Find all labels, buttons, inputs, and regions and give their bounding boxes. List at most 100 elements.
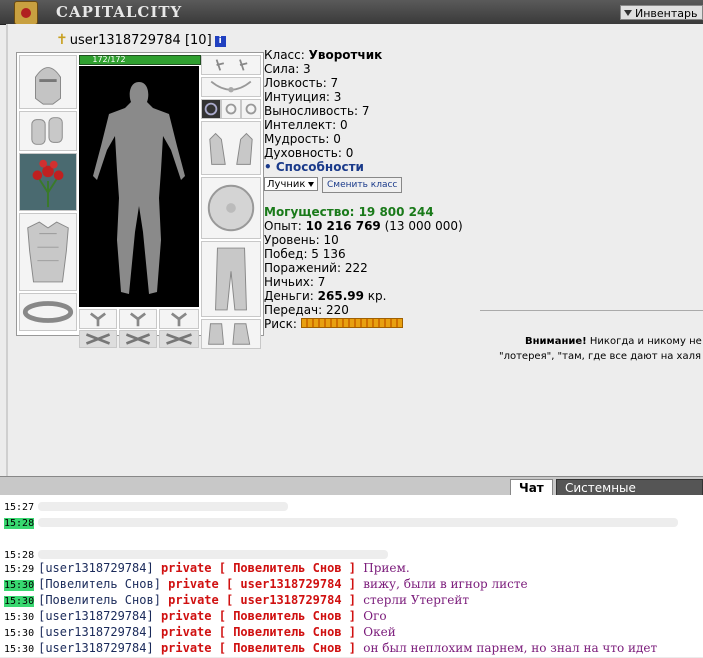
- transfers-line: Передач: 220: [264, 303, 349, 317]
- risk-line: Риск:: [264, 317, 463, 331]
- money-label: Деньги:: [264, 289, 318, 303]
- abilities-link[interactable]: • Способности: [264, 160, 463, 174]
- character-name[interactable]: user1318729784: [70, 33, 181, 48]
- boots-slot[interactable]: [201, 319, 261, 349]
- sender-nick[interactable]: [user1318729784]: [38, 609, 154, 623]
- scroll-icon: [166, 333, 192, 345]
- round-shield-icon: [207, 184, 255, 232]
- belt-icon: [22, 301, 74, 323]
- stat-line: Интеллект: 0: [264, 118, 348, 132]
- class-select[interactable]: Лучник: [264, 177, 318, 191]
- recipient-nick[interactable]: [ Повелитель Снов ]: [219, 625, 356, 639]
- stat-line: Поражений: 222: [264, 261, 368, 275]
- timestamp: 15:30: [4, 612, 35, 623]
- ring-slot-3[interactable]: [241, 99, 261, 119]
- recipient-nick[interactable]: [ user1318729784 ]: [226, 593, 356, 607]
- weapon-slot[interactable]: [19, 153, 77, 211]
- sender-nick[interactable]: [user1318729784]: [38, 625, 154, 639]
- experience-line: Опыт: 10 216 769 (13 000 000): [264, 219, 463, 233]
- armor-slot[interactable]: [19, 213, 77, 291]
- scroll-slot-2[interactable]: [119, 330, 157, 348]
- tab-chat[interactable]: Чат: [510, 479, 553, 496]
- ring-slot-2[interactable]: [221, 99, 241, 119]
- recipient-nick[interactable]: [ user1318729784 ]: [226, 577, 356, 591]
- stat-line: Сила: 3: [264, 62, 311, 76]
- character-level: [10]: [184, 33, 212, 48]
- sender-nick[interactable]: [Повелитель Снов]: [38, 577, 161, 591]
- shield-slot[interactable]: [201, 177, 261, 239]
- hp-text: 172/172: [92, 55, 126, 64]
- chat-message: 15:30 [Повелитель Снов] private [ user131…: [4, 576, 528, 592]
- class-line: Класс: Уворотчик: [264, 48, 463, 62]
- stat-line: Духовность: 0: [264, 146, 354, 160]
- recipient-nick[interactable]: [ Повелитель Снов ]: [219, 561, 356, 575]
- earrings-slot[interactable]: [201, 55, 261, 75]
- bracers-slot[interactable]: [19, 111, 77, 151]
- warning-line-2: "лотерея", "там, где все дают на халя: [499, 351, 701, 362]
- chat-message: 15:30 [user1318729784] private [ Повелите…: [4, 640, 657, 656]
- money-line: Деньги: 265.99 кр.: [264, 289, 463, 303]
- timestamp: 15:28: [4, 518, 35, 529]
- chat-row-blurred: 15:27: [4, 498, 289, 514]
- gloves-slot[interactable]: [201, 121, 261, 175]
- timestamp: 15:30: [4, 644, 35, 655]
- ring-icon: [245, 103, 257, 115]
- risk-bar: [300, 318, 403, 328]
- ring-icon: [204, 102, 218, 116]
- timestamp: 15:29: [4, 564, 35, 575]
- change-class-button[interactable]: Сменить класс: [322, 177, 403, 193]
- exp-value: 10 216 769: [305, 219, 381, 233]
- stat-line: Выносливость: 7: [264, 104, 370, 118]
- timestamp: 15:30: [4, 596, 35, 607]
- rune-icon: [170, 312, 188, 327]
- message-text: Прием.: [363, 561, 410, 575]
- scroll-slot-3[interactable]: [159, 330, 199, 348]
- stat-line: Мудрость: 0: [264, 132, 341, 146]
- private-label: private: [168, 577, 219, 591]
- helmet-icon: [35, 67, 61, 105]
- amulet-slot[interactable]: [201, 77, 261, 97]
- bracers-icon: [31, 117, 63, 145]
- helmet-slot[interactable]: [19, 55, 77, 109]
- ring-icon: [225, 103, 237, 115]
- gloves-icon: [209, 132, 253, 165]
- scroll-icon: [125, 333, 151, 345]
- private-label: private: [160, 561, 212, 575]
- scroll-slot-1[interactable]: [79, 330, 117, 348]
- blurred-text: [38, 502, 289, 511]
- divider: [480, 310, 703, 311]
- equipment-panel: 172/172: [16, 52, 264, 349]
- leggings-slot[interactable]: [201, 241, 261, 317]
- rune-slot-2[interactable]: [119, 309, 157, 329]
- class-label: Класс:: [264, 48, 309, 62]
- ring-slot-1[interactable]: [201, 99, 221, 119]
- message-text: стерли Утергейт: [363, 593, 469, 607]
- private-label: private: [160, 641, 212, 655]
- rune-slot-3[interactable]: [159, 309, 199, 329]
- cross-icon: ✝: [56, 32, 68, 48]
- timestamp: 15:30: [4, 580, 35, 591]
- stats-panel: Класс: Уворотчик Сила: 3 Ловкость: 7 Инт…: [264, 48, 463, 331]
- risk-label: Риск:: [264, 317, 297, 331]
- rune-icon: [129, 312, 147, 327]
- rune-icon: [89, 312, 107, 327]
- sender-nick[interactable]: [Повелитель Снов]: [38, 593, 161, 607]
- character-avatar[interactable]: [79, 66, 199, 307]
- sender-nick[interactable]: [user1318729784]: [38, 561, 154, 575]
- top-bar: CAPITALCITY Инвентарь: [0, 0, 703, 25]
- message-text: он был неплохим парнем, но знал на что и…: [363, 641, 658, 655]
- sender-nick[interactable]: [user1318729784]: [38, 641, 154, 655]
- rune-slot-1[interactable]: [79, 309, 117, 329]
- class-row: Лучник Сменить класс: [264, 177, 463, 193]
- info-icon[interactable]: i: [214, 36, 226, 47]
- recipient-nick[interactable]: [ Повелитель Снов ]: [219, 641, 356, 655]
- chat-message: 15:30 [user1318729784] private [ Повелите…: [4, 608, 387, 624]
- belt-slot[interactable]: [19, 293, 77, 331]
- warning-title: Внимание!: [525, 336, 587, 347]
- recipient-nick[interactable]: [ Повелитель Снов ]: [219, 609, 356, 623]
- money-unit: кр.: [363, 289, 387, 303]
- stat-line: Ловкость: 7: [264, 76, 339, 90]
- body-silhouette-icon: [93, 82, 185, 294]
- chat-row-blurred: 15:28: [4, 514, 679, 530]
- inventory-tab[interactable]: Инвентарь: [620, 5, 703, 20]
